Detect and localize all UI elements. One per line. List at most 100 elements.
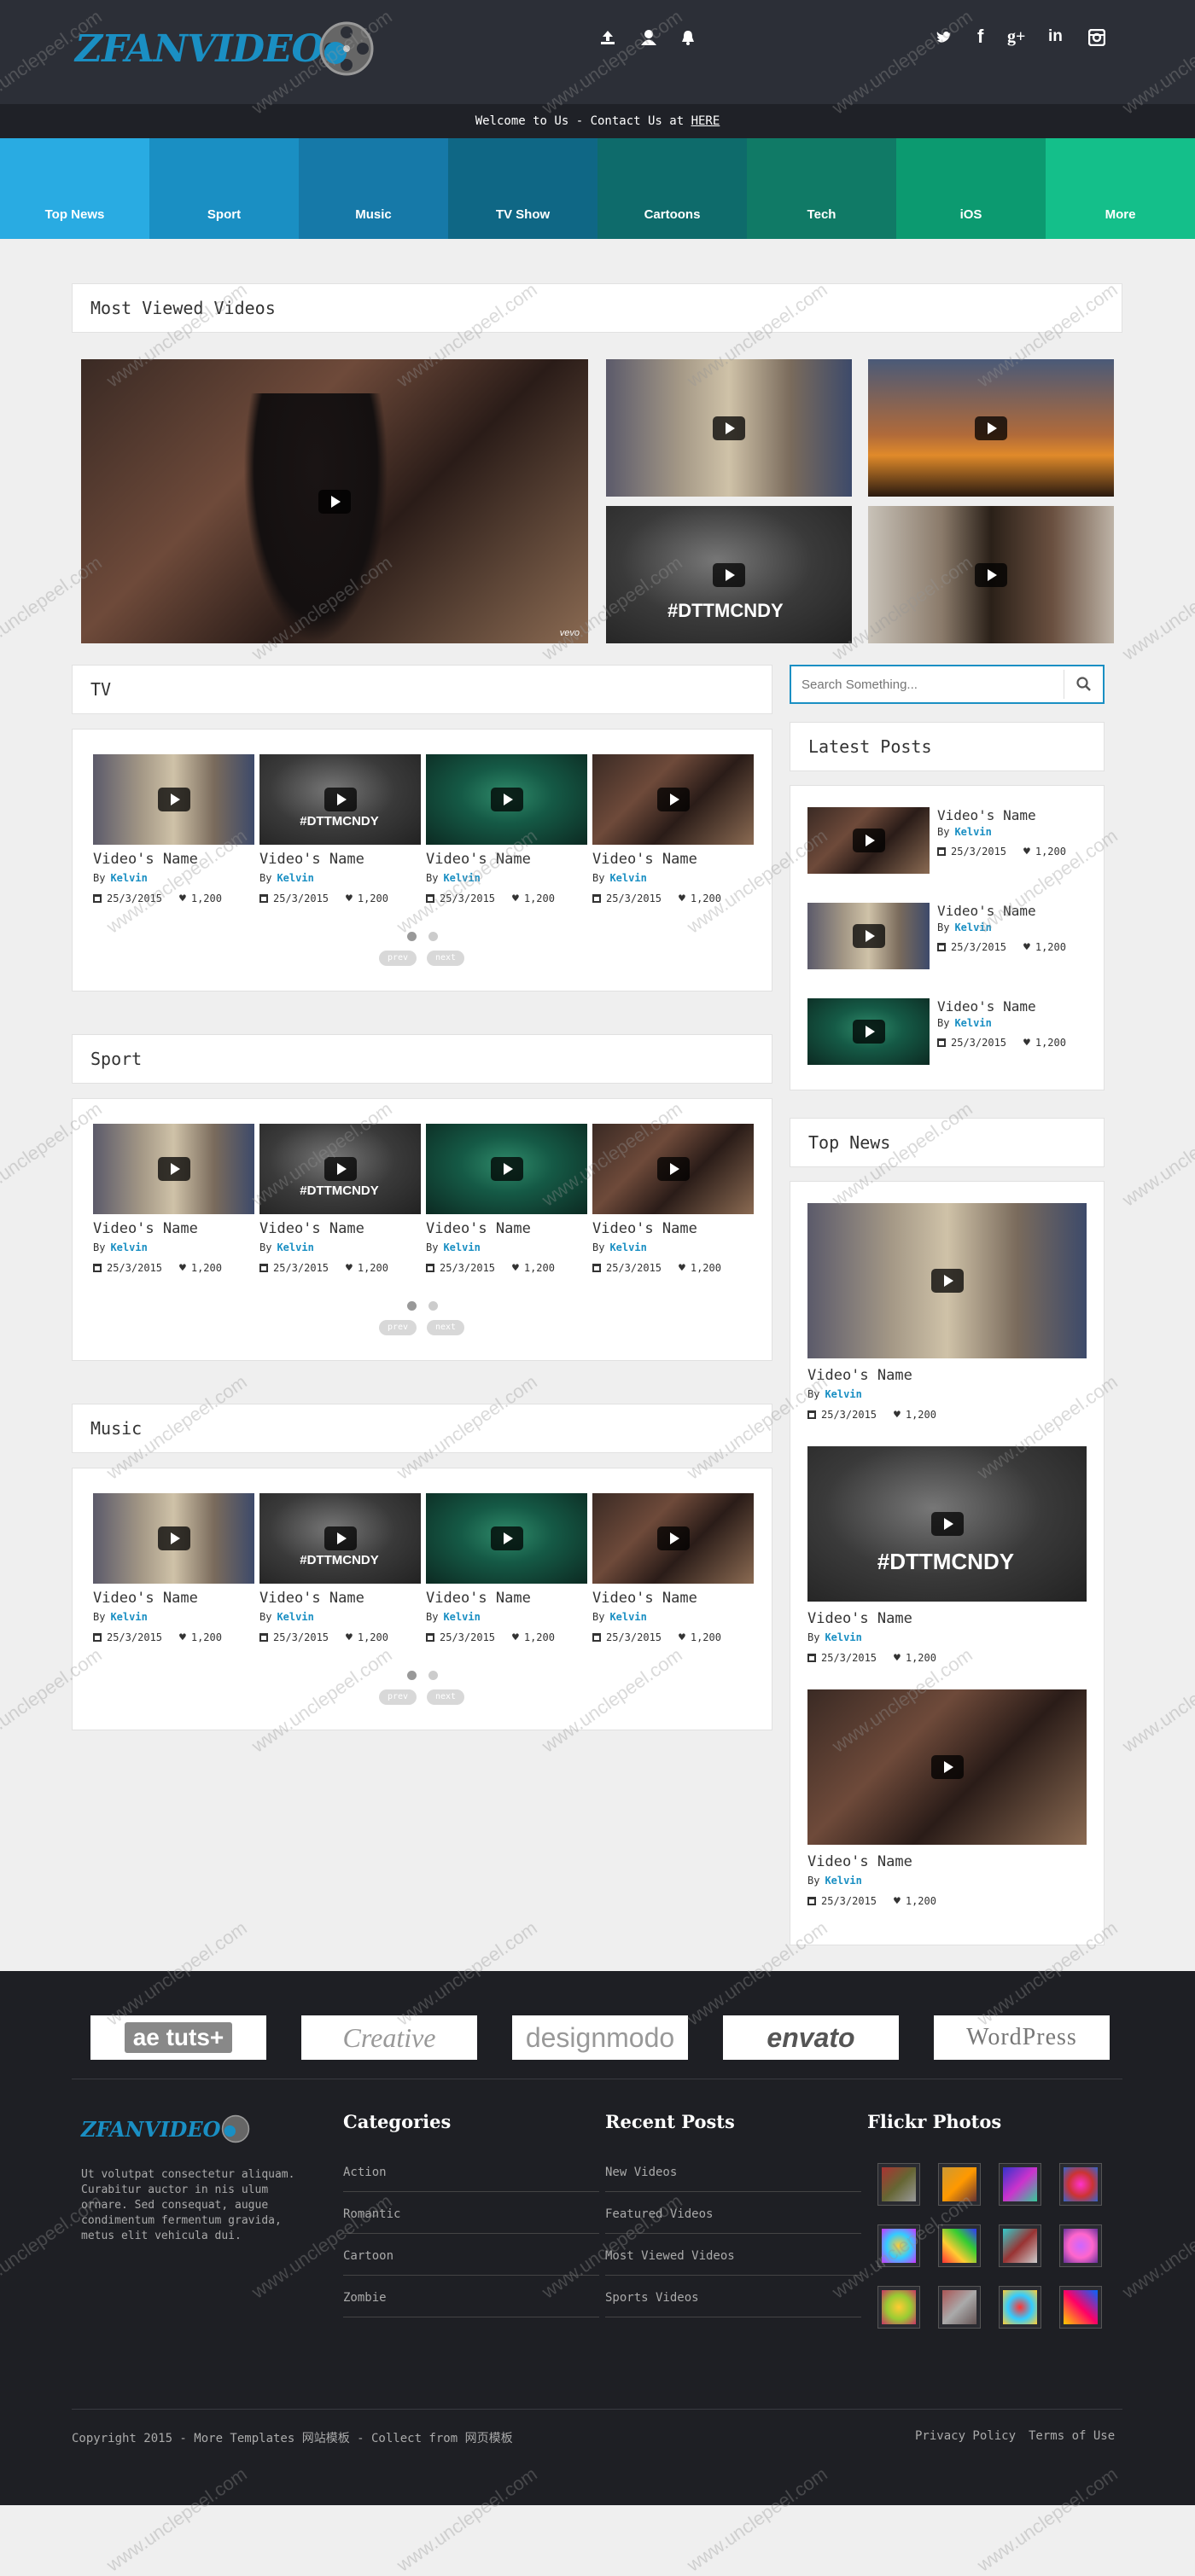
play-icon[interactable] [490, 1157, 523, 1181]
video-thumb[interactable] [426, 1493, 587, 1584]
video-name[interactable]: Video's Name [426, 1220, 531, 1237]
video-thumb[interactable]: #DTTMCNDY [807, 1446, 1087, 1602]
partner-logo-designmodo[interactable]: designmodo [512, 2015, 688, 2060]
carousel-dot-active[interactable] [407, 1671, 417, 1680]
play-icon[interactable] [490, 788, 523, 811]
author-link[interactable]: Kelvin [954, 922, 991, 933]
video-thumb[interactable] [807, 1203, 1087, 1358]
most-viewed-video-4[interactable]: #DTTMCNDY [606, 506, 852, 643]
author-link[interactable]: Kelvin [277, 872, 313, 884]
flickr-photo[interactable] [877, 2163, 920, 2206]
prev-button[interactable]: prev [379, 951, 417, 966]
footer-link-new-videos[interactable]: New Videos [605, 2166, 861, 2192]
author-link[interactable]: Kelvin [825, 1631, 861, 1643]
flickr-photo[interactable] [938, 2163, 981, 2206]
author-link[interactable]: Kelvin [443, 872, 480, 884]
next-button[interactable]: next [427, 1689, 464, 1705]
flickr-photo[interactable] [877, 2224, 920, 2267]
flickr-photo[interactable] [1059, 2224, 1102, 2267]
play-icon[interactable] [852, 1020, 885, 1044]
partner-logo-ae-tuts[interactable]: ae tuts+ [90, 2015, 266, 2060]
play-icon[interactable] [656, 788, 690, 811]
footer-logo[interactable]: ZFANVIDEO [81, 2114, 250, 2143]
terms-link[interactable]: Terms of Use [1029, 2429, 1115, 2443]
video-name[interactable]: Video's Name [93, 1220, 198, 1237]
play-icon[interactable] [157, 1157, 190, 1181]
author-link[interactable]: Kelvin [277, 1241, 313, 1253]
play-icon[interactable] [318, 489, 351, 514]
play-icon[interactable] [324, 788, 357, 811]
play-icon[interactable] [324, 1157, 357, 1181]
author-link[interactable]: Kelvin [277, 1611, 313, 1623]
play-icon[interactable] [324, 1526, 357, 1550]
nav-item-tv-show[interactable]: TV Show [448, 138, 598, 239]
most-viewed-video-5[interactable] [868, 506, 1114, 643]
nav-item-top-news[interactable]: Top News [0, 138, 149, 239]
search-input[interactable] [791, 666, 1064, 702]
author-link[interactable]: Kelvin [443, 1611, 480, 1623]
nav-item-ios[interactable]: iOS [896, 138, 1046, 239]
video-thumb[interactable]: #DTTMCNDY [259, 1124, 421, 1214]
video-thumb[interactable] [93, 754, 254, 845]
play-icon[interactable] [656, 1526, 690, 1550]
video-name[interactable]: Video's Name [592, 1220, 697, 1237]
video-thumb[interactable] [807, 807, 930, 874]
partner-logo-wordpress[interactable]: WordPress [934, 2015, 1110, 2060]
next-button[interactable]: next [427, 951, 464, 966]
video-name[interactable]: Video's Name [937, 903, 1036, 919]
flickr-photo[interactable] [938, 2286, 981, 2329]
play-icon[interactable] [975, 416, 1007, 440]
author-link[interactable]: Kelvin [825, 1388, 861, 1400]
video-thumb[interactable] [807, 998, 930, 1065]
video-thumb[interactable] [426, 1124, 587, 1214]
author-link[interactable]: Kelvin [110, 872, 147, 884]
author-link[interactable]: Kelvin [609, 1611, 646, 1623]
flickr-photo[interactable] [999, 2224, 1041, 2267]
most-viewed-video-2[interactable] [606, 359, 852, 497]
play-icon[interactable] [157, 788, 190, 811]
play-icon[interactable] [930, 1755, 964, 1779]
video-name[interactable]: Video's Name [426, 1590, 531, 1607]
twitter-icon[interactable] [936, 29, 953, 46]
partner-logo-creative[interactable]: Creative [301, 2015, 477, 2060]
video-name[interactable]: Video's Name [259, 851, 364, 868]
most-viewed-video-3[interactable] [868, 359, 1114, 497]
video-thumb[interactable] [592, 1124, 754, 1214]
google-plus-icon[interactable]: g+ [1007, 27, 1025, 47]
featured-video[interactable]: vevo [81, 359, 588, 643]
carousel-dot-active[interactable] [407, 932, 417, 941]
flickr-photo[interactable] [999, 2163, 1041, 2206]
video-thumb[interactable]: #DTTMCNDY [259, 754, 421, 845]
search-button[interactable] [1064, 670, 1103, 699]
footer-link-most-viewed-videos[interactable]: Most Viewed Videos [605, 2249, 861, 2276]
author-link[interactable]: Kelvin [110, 1241, 147, 1253]
play-icon[interactable] [975, 562, 1007, 587]
flickr-photo[interactable] [1059, 2163, 1102, 2206]
video-thumb[interactable] [592, 754, 754, 845]
nav-item-tech[interactable]: Tech [747, 138, 896, 239]
contact-link[interactable]: HERE [691, 114, 720, 128]
video-thumb[interactable] [426, 754, 587, 845]
site-logo[interactable]: ZFANVIDEO [75, 19, 375, 79]
video-name[interactable]: Video's Name [807, 1853, 912, 1870]
footer-link-sports-videos[interactable]: Sports Videos [605, 2291, 861, 2317]
video-name[interactable]: Video's Name [807, 1367, 912, 1384]
bell-icon[interactable] [679, 29, 697, 46]
flickr-photo[interactable] [877, 2286, 920, 2329]
carousel-dot[interactable] [428, 1671, 438, 1680]
play-icon[interactable] [852, 829, 885, 852]
video-name[interactable]: Video's Name [592, 1590, 697, 1607]
partner-logo-envato[interactable]: envato [723, 2015, 899, 2060]
instagram-icon[interactable] [1088, 29, 1105, 46]
play-icon[interactable] [157, 1526, 190, 1550]
video-name[interactable]: Video's Name [93, 851, 198, 868]
author-link[interactable]: Kelvin [110, 1611, 147, 1623]
nav-item-more[interactable]: More [1046, 138, 1195, 239]
video-thumb[interactable]: #DTTMCNDY [259, 1493, 421, 1584]
play-icon[interactable] [656, 1157, 690, 1181]
footer-link-cartoon[interactable]: Cartoon [343, 2249, 599, 2276]
prev-button[interactable]: prev [379, 1689, 417, 1705]
author-link[interactable]: Kelvin [954, 1017, 991, 1029]
video-thumb[interactable] [592, 1493, 754, 1584]
footer-link-romantic[interactable]: Romantic [343, 2207, 599, 2234]
